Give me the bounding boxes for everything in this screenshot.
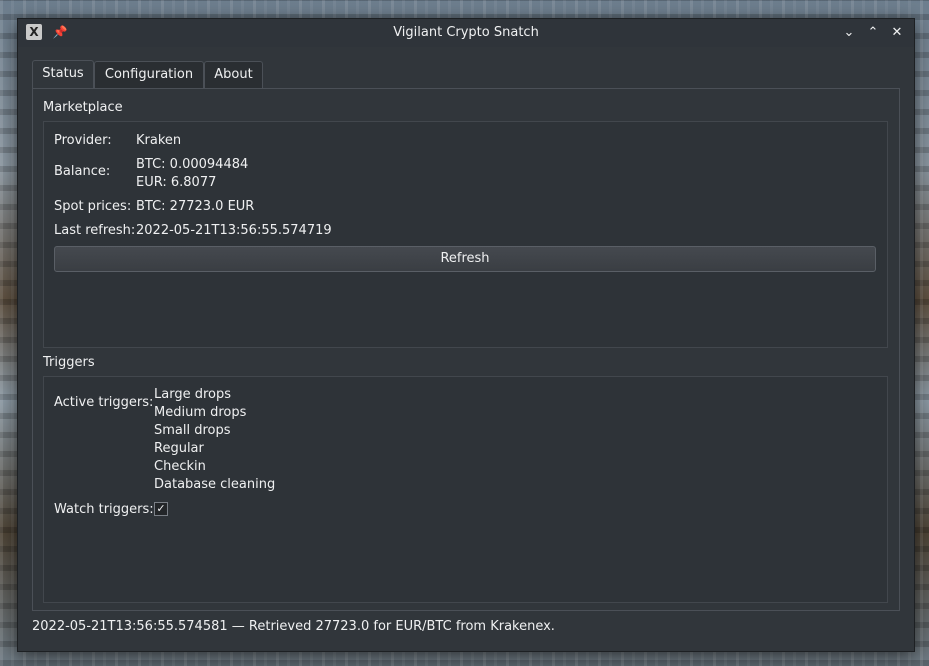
watch-triggers-checkbox[interactable]: ✓ — [154, 502, 168, 516]
refresh-button[interactable]: Refresh — [54, 246, 876, 272]
title-bar[interactable]: Vigilant Crypto Snatch X 📌 ⌄ ⌃ ✕ — [18, 19, 914, 47]
spot-prices-label: Spot prices: — [54, 199, 132, 214]
balance-label: Balance: — [54, 164, 111, 179]
status-tab-panel: Marketplace Provider: Kraken Balance: BT… — [32, 88, 900, 611]
close-icon[interactable]: ✕ — [888, 24, 906, 42]
trigger-item: Checkin — [154, 459, 206, 474]
last-refresh-value: 2022-05-21T13:56:55.574719 — [136, 223, 332, 238]
balance-btc: BTC: 0.00094484 — [136, 157, 249, 172]
pin-icon[interactable]: 📌 — [52, 24, 68, 40]
triggers-group: Active triggers: Large drops Medium drop… — [43, 376, 888, 603]
balance-eur: EUR: 6.8077 — [136, 175, 217, 190]
tab-about[interactable]: About — [204, 61, 263, 88]
x-app-icon[interactable]: X — [26, 24, 42, 40]
main-window: Vigilant Crypto Snatch X 📌 ⌄ ⌃ ✕ Status … — [17, 18, 915, 652]
chevron-up-icon[interactable]: ⌃ — [864, 24, 882, 42]
tab-configuration[interactable]: Configuration — [94, 61, 204, 88]
window-title: Vigilant Crypto Snatch — [393, 25, 539, 40]
provider-label: Provider: — [54, 133, 112, 148]
spot-prices-value: BTC: 27723.0 EUR — [136, 199, 255, 214]
trigger-item: Small drops — [154, 423, 231, 438]
trigger-item: Database cleaning — [154, 477, 276, 492]
checkmark-icon: ✓ — [156, 502, 166, 515]
active-triggers-label: Active triggers: — [54, 395, 154, 410]
marketplace-group-title: Marketplace — [43, 100, 123, 115]
trigger-item: Large drops — [154, 387, 231, 402]
chevron-down-icon[interactable]: ⌄ — [840, 24, 858, 42]
trigger-item: Medium drops — [154, 405, 247, 420]
last-refresh-label: Last refresh: — [54, 223, 136, 238]
status-bar-message: 2022-05-21T13:56:55.574581 — Retrieved 2… — [32, 619, 555, 634]
triggers-group-title: Triggers — [43, 355, 95, 370]
provider-value: Kraken — [136, 133, 182, 148]
trigger-item: Regular — [154, 441, 204, 456]
tab-status[interactable]: Status — [32, 60, 94, 89]
marketplace-group: Provider: Kraken Balance: BTC: 0.0009448… — [43, 121, 888, 348]
watch-triggers-label: Watch triggers: — [54, 502, 154, 517]
